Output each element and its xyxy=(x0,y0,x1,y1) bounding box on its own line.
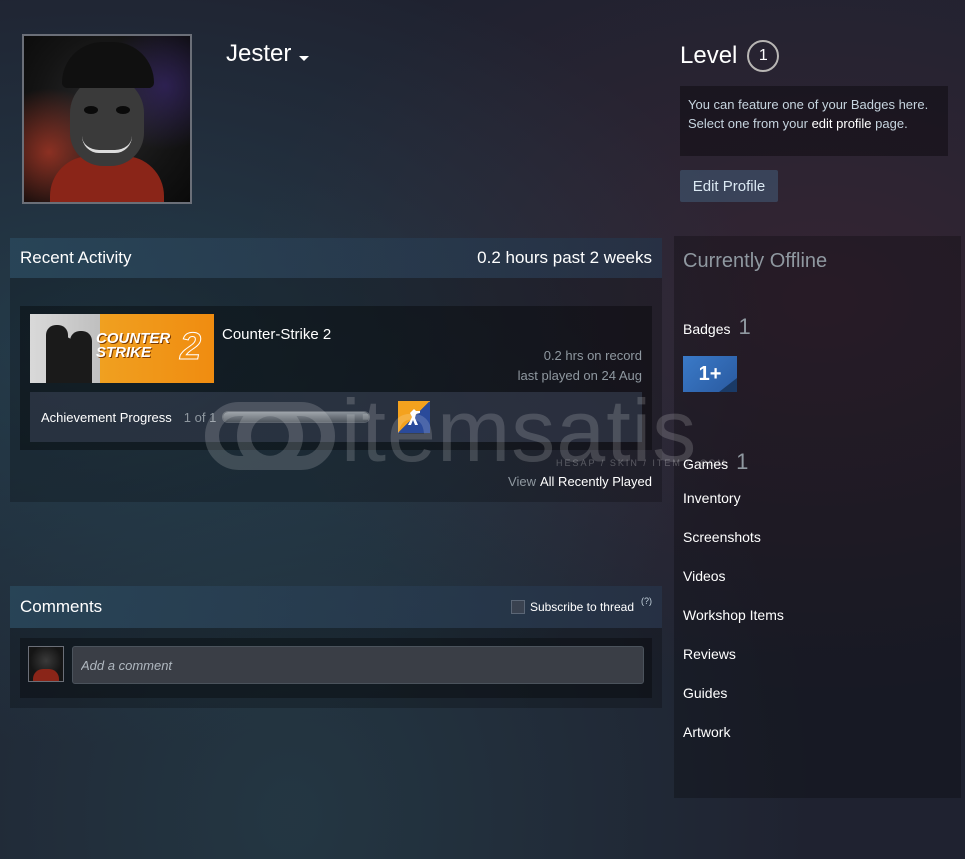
persona-name: Jester xyxy=(226,40,292,67)
edit-profile-link[interactable]: edit profile xyxy=(812,116,872,131)
sidebar-nav: Inventory Screenshots Videos Workshop It… xyxy=(683,490,784,763)
badges-link[interactable]: Badges 1 xyxy=(683,314,751,340)
comments-title: Comments xyxy=(20,597,103,616)
comments-header: Comments Subscribe to thread (?) xyxy=(10,586,662,628)
comment-compose xyxy=(20,638,652,698)
online-status: Currently Offline xyxy=(683,250,828,272)
commenter-avatar xyxy=(28,646,64,682)
sidebar-item-reviews[interactable]: Reviews xyxy=(683,646,784,685)
capsule-text-2: 2 xyxy=(179,326,202,368)
badges-count: 1 xyxy=(738,314,751,339)
all-recently-played-link[interactable]: All Recently Played xyxy=(540,474,652,489)
comment-input[interactable] xyxy=(72,646,644,684)
chevron-down-icon xyxy=(299,55,310,61)
sidebar-item-artwork[interactable]: Artwork xyxy=(683,724,784,763)
badge-note-line1: You can feature one of your Badges here. xyxy=(688,97,929,112)
recent-activity-header: Recent Activity 0.2 hours past 2 weeks xyxy=(10,238,662,278)
hours-on-record: 0.2 hrs on record xyxy=(543,348,642,363)
sidebar-item-workshop[interactable]: Workshop Items xyxy=(683,607,784,646)
subscribe-thread-toggle[interactable]: Subscribe to thread (?) xyxy=(510,596,652,614)
subscribe-label: Subscribe to thread xyxy=(529,600,634,614)
recent-activity-title: Recent Activity xyxy=(20,248,132,267)
games-count: 1 xyxy=(736,449,749,474)
subscribe-checkbox[interactable] xyxy=(510,600,525,614)
sidebar-item-videos[interactable]: Videos xyxy=(683,568,784,607)
last-played: last played on 24 Aug xyxy=(517,368,642,383)
sidebar-item-games[interactable]: Games 1 xyxy=(683,449,748,488)
game-hours: 0.2 hrs on record last played on 24 Aug xyxy=(518,346,642,386)
view-label: View xyxy=(508,474,536,489)
persona-name-dropdown[interactable]: Jester xyxy=(226,40,310,68)
sidebar-item-screenshots[interactable]: Screenshots xyxy=(683,529,784,568)
level-label: Level xyxy=(680,42,738,69)
avatar-image xyxy=(24,36,190,202)
edit-profile-button[interactable]: Edit Profile xyxy=(680,170,778,202)
game-name-link[interactable]: Counter-Strike 2 xyxy=(222,326,331,343)
sidebar-item-inventory[interactable]: Inventory xyxy=(683,490,784,529)
achievement-count: 1 of 1 xyxy=(183,409,217,425)
achievement-progress-bar[interactable]: Achievement Progress 1 of 1 xyxy=(30,392,642,442)
recent-activity-summary: 0.2 hours past 2 weeks xyxy=(477,248,652,267)
badges-label: Badges xyxy=(683,321,731,337)
watermark-subtext: HESAP / SKIN / ITEM / .COM xyxy=(556,458,727,468)
recent-game-card: COUNTER STRIKE 2 Counter-Strike 2 0.2 hrs… xyxy=(20,306,652,450)
game-capsule-image[interactable]: COUNTER STRIKE 2 xyxy=(30,314,214,383)
profile-level: Level 1 xyxy=(680,40,780,72)
badge-text: 1+ xyxy=(698,362,722,385)
achievement-icon[interactable] xyxy=(398,401,431,433)
achievement-progress-fill xyxy=(223,412,370,422)
sidebar-item-guides[interactable]: Guides xyxy=(683,685,784,724)
achievement-label: Achievement Progress xyxy=(41,409,172,425)
badge-note-line2: Select one from your edit profile page. xyxy=(688,116,908,131)
years-of-service-badge-icon[interactable]: 1+ xyxy=(683,356,737,392)
capsule-text-strike: STRIKE xyxy=(96,344,152,361)
achievement-progress-track xyxy=(222,411,371,423)
help-icon[interactable]: (?) xyxy=(641,596,652,606)
profile-avatar xyxy=(22,34,192,204)
profile-sidebar: Currently Offline Badges 1 1+ Games 1 In… xyxy=(674,236,961,798)
level-badge: 1 xyxy=(747,40,780,72)
view-all-recent: View All Recently Played xyxy=(508,474,652,489)
comments-panel: Comments Subscribe to thread (?) xyxy=(10,586,662,708)
featured-badge-note: You can feature one of your Badges here.… xyxy=(680,86,948,156)
